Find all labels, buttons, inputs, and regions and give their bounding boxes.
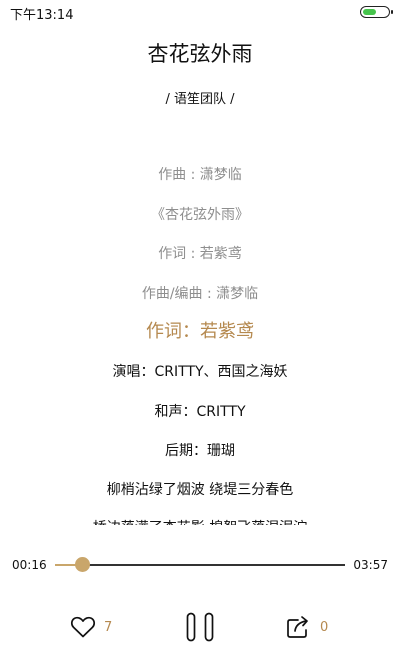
like-button[interactable]: 7 xyxy=(70,605,112,649)
pause-icon xyxy=(186,612,214,642)
lyric-line-current: 作词：若紫鸢 xyxy=(146,321,254,342)
lyric-line: 作曲/编曲 : 潇梦临 xyxy=(141,286,259,302)
share-button[interactable]: 0 xyxy=(286,605,328,649)
battery-icon xyxy=(360,6,393,18)
pause-button[interactable] xyxy=(186,605,214,649)
like-count: 7 xyxy=(104,619,113,635)
heart-outline-icon xyxy=(70,616,96,638)
progress-thumb[interactable] xyxy=(75,557,90,572)
status-time: 下午13:14 xyxy=(10,8,74,23)
progress-track[interactable] xyxy=(55,564,345,566)
lyric-line: 演唱：CRITTY、西国之海妖 xyxy=(112,364,288,380)
progress-bar: 00:16 03:57 xyxy=(0,555,400,575)
battery-level xyxy=(363,9,376,15)
lyric-line: 桥边落满了杏花影 棉絮飞落湿泥泞 xyxy=(0,517,400,525)
lyric-line: 后期：珊瑚 xyxy=(165,443,235,459)
lyric-line: 作词 : 若紫鸢 xyxy=(158,246,242,262)
lyric-line: 作曲 : 潇梦临 xyxy=(158,167,242,183)
status-bar: 下午13:14 xyxy=(0,0,400,24)
lyrics-panel[interactable]: 作曲 : 潇梦临 《杏花弦外雨》 作词 : 若紫鸢 作曲/编曲 : 潇梦临 作词… xyxy=(0,155,400,525)
playback-controls: 7 0 xyxy=(0,605,400,649)
lyric-line: 和声：CRITTY xyxy=(154,404,246,420)
elapsed-time: 00:16 xyxy=(12,558,47,572)
share-count: 0 xyxy=(320,619,329,635)
artist-name[interactable]: / 语笙团队 / xyxy=(0,88,400,107)
song-title: 杏花弦外雨 xyxy=(147,42,253,66)
total-time: 03:57 xyxy=(353,558,388,572)
share-icon xyxy=(287,616,308,638)
lyric-line: 《杏花弦外雨》 xyxy=(151,207,249,223)
lyric-line: 柳梢沾绿了烟波 绕堤三分春色 xyxy=(106,482,294,498)
